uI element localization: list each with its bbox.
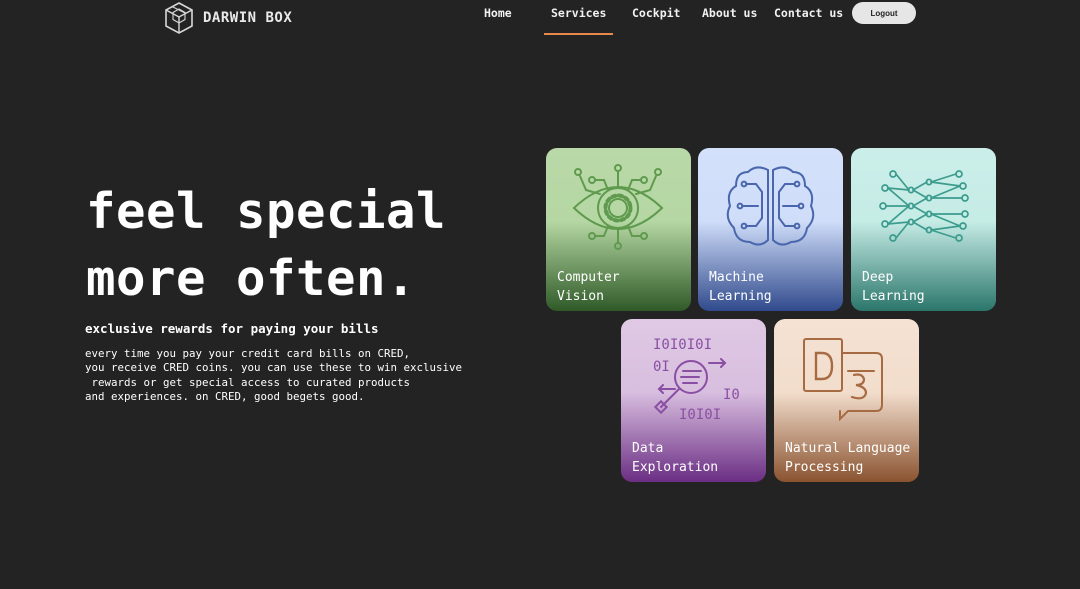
hero-title-line-2: more often. bbox=[86, 250, 417, 307]
brain-circuit-icon bbox=[726, 166, 815, 246]
service-card-label: Machine Learning bbox=[709, 269, 772, 306]
service-card-deep-learning[interactable]: Deep Learning bbox=[851, 148, 996, 311]
brand-name: DARWIN BOX bbox=[203, 10, 293, 26]
service-card-natural-language-processing[interactable]: Natural Language Processing bbox=[774, 319, 919, 482]
cube-logo-icon bbox=[165, 2, 193, 34]
translation-icon bbox=[803, 338, 883, 421]
active-nav-underline bbox=[544, 33, 613, 35]
svg-text:I0I0I0I: I0I0I0I bbox=[653, 337, 712, 353]
logout-button[interactable]: Logout bbox=[852, 2, 916, 24]
nav-link-home[interactable]: Home bbox=[484, 6, 512, 20]
label-line-2: Learning bbox=[709, 288, 772, 304]
label-line-1: Deep bbox=[862, 270, 894, 285]
label-line-1: Machine bbox=[709, 270, 764, 285]
label-line-2: Exploration bbox=[632, 459, 719, 475]
nav-link-about-us[interactable]: About us bbox=[702, 6, 757, 20]
service-card-label: Natural Language Processing bbox=[785, 440, 910, 477]
service-card-data-exploration[interactable]: I0I0I0I 0I I0 I0I0I Data Exploration bbox=[621, 319, 766, 482]
page: DARWIN BOX Home Services Cockpit About u… bbox=[0, 0, 1080, 589]
label-line-1: Data bbox=[632, 441, 664, 456]
service-card-label: Computer Vision bbox=[557, 269, 620, 306]
hero-subtitle: exclusive rewards for paying your bills bbox=[85, 321, 379, 336]
label-line-2: Processing bbox=[785, 459, 864, 475]
service-card-label: Deep Learning bbox=[862, 269, 925, 306]
hero-title-line-1: feel special bbox=[86, 183, 447, 240]
brand[interactable]: DARWIN BOX bbox=[163, 1, 292, 35]
svg-text:I0: I0 bbox=[723, 387, 740, 403]
neural-network-icon bbox=[879, 170, 969, 242]
eye-circuit-icon bbox=[572, 164, 664, 250]
svg-text:I0I0I: I0I0I bbox=[679, 407, 721, 421]
binary-magnifier-icon: I0I0I0I 0I I0 I0I0I bbox=[653, 337, 740, 421]
label-line-1: Natural Language bbox=[785, 441, 911, 456]
nav-link-cockpit[interactable]: Cockpit bbox=[632, 6, 680, 20]
hero-description: every time you pay your credit card bill… bbox=[85, 347, 463, 403]
label-line-2: Learning bbox=[862, 288, 925, 304]
hero-title: feel special more often. bbox=[86, 178, 446, 312]
nav-link-contact-us[interactable]: Contact us bbox=[774, 6, 843, 20]
label-line-1: Computer bbox=[557, 270, 620, 285]
service-card-computer-vision[interactable]: Computer Vision bbox=[546, 148, 691, 311]
label-line-2: Vision bbox=[557, 288, 604, 304]
service-card-machine-learning[interactable]: Machine Learning bbox=[698, 148, 843, 311]
svg-text:0I: 0I bbox=[653, 359, 670, 375]
nav-link-services[interactable]: Services bbox=[551, 6, 606, 20]
service-card-label: Data Exploration bbox=[632, 440, 718, 477]
